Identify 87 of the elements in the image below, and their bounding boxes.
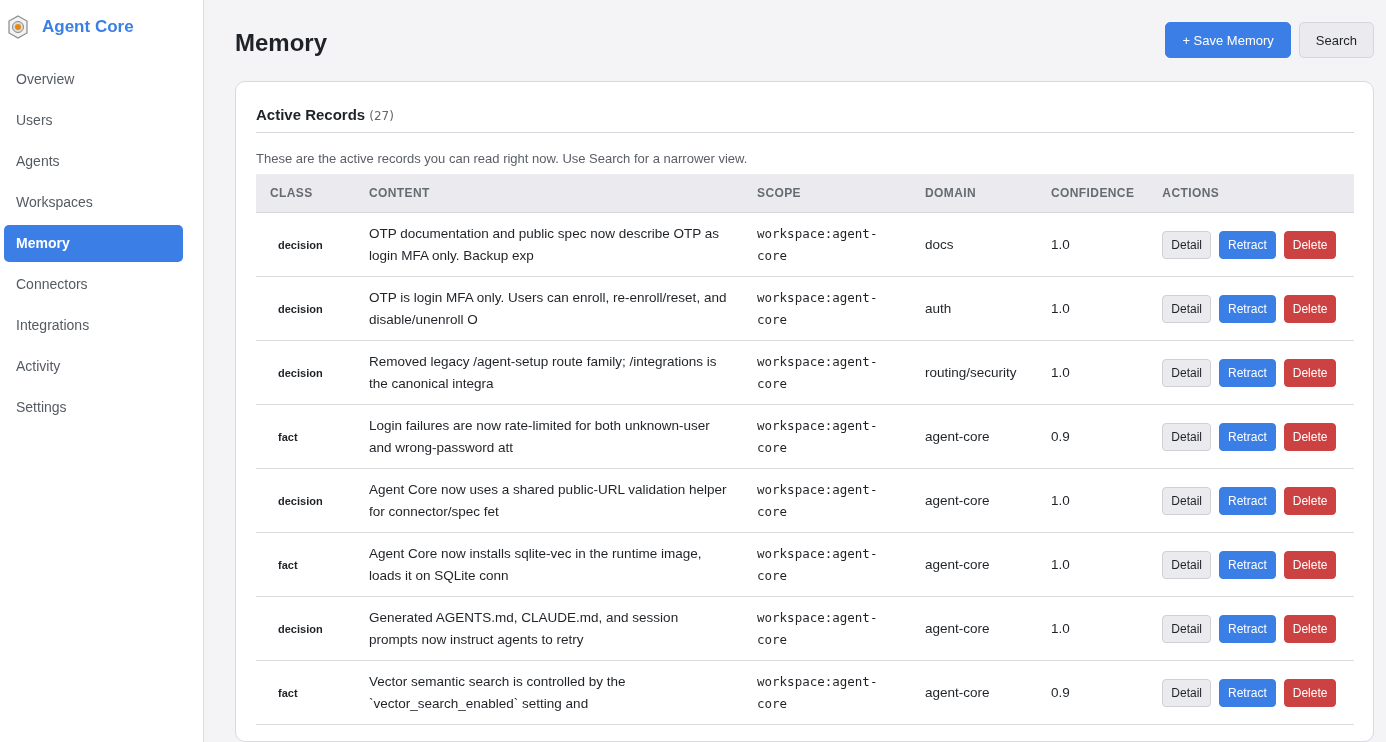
retract-button[interactable]: Retract: [1219, 614, 1276, 643]
content-cell: OTP is login MFA only. Users can enroll, re-enroll/reset, and disable/unenroll O: [355, 276, 743, 341]
delete-button[interactable]: Delete: [1283, 230, 1337, 259]
confidence-cell: 1.0: [1037, 212, 1149, 277]
detail-button[interactable]: Detail: [1162, 358, 1212, 387]
scope-cell-text: workspace:agent-core: [757, 352, 879, 393]
content-cell: Login failures are now rate-limited for both unknown-user and wrong-password att: [355, 404, 743, 469]
scope-cell-text: workspace:agent-core: [757, 544, 879, 585]
domain-cell: agent-core: [911, 532, 1037, 597]
nav-item[interactable]: Settings: [4, 389, 183, 426]
column-header: SCOPE: [743, 174, 911, 213]
retract-button[interactable]: Retract: [1219, 358, 1276, 387]
scope-cell-text: workspace:agent-core: [757, 672, 879, 713]
domain-cell: agent-core: [911, 596, 1037, 661]
content-cell: Generated AGENTS.md, CLAUDE.md, and session prompts now instruct agents to retry: [355, 596, 743, 661]
confidence-cell: 1.0: [1037, 468, 1149, 533]
class-label: fact: [277, 686, 298, 699]
delete-button[interactable]: Delete: [1283, 614, 1337, 643]
domain-cell: auth: [911, 276, 1037, 341]
nav-item[interactable]: Overview: [4, 61, 183, 98]
class-label: decision: [277, 238, 323, 251]
save-memory-button[interactable]: + Save Memory: [1165, 22, 1291, 58]
detail-button[interactable]: Detail: [1162, 230, 1212, 259]
retract-button[interactable]: Retract: [1219, 422, 1276, 451]
retract-button[interactable]: Retract: [1219, 678, 1276, 707]
domain-cell: routing/security: [911, 340, 1037, 405]
nav-item[interactable]: Activity: [4, 348, 183, 385]
column-header: CLASS: [256, 174, 355, 213]
content-cell: Agent Core now installs sqlite-vec in the runtime image, loads it on SQLite conn: [355, 532, 743, 597]
page-title: Memory: [235, 29, 328, 57]
scope-cell-text: workspace:agent-core: [757, 224, 879, 265]
confidence-cell: 1.0: [1037, 596, 1149, 661]
nav-item[interactable]: Workspaces: [4, 184, 183, 221]
domain-cell: agent-core: [911, 660, 1037, 725]
class-label: decision: [277, 366, 323, 379]
nav-item[interactable]: Connectors: [4, 266, 183, 303]
detail-button[interactable]: Detail: [1162, 550, 1212, 579]
scope-cell-text: workspace:agent-core: [757, 416, 879, 457]
column-header: CONTENT: [355, 174, 743, 213]
scope-cell-text: workspace:agent-core: [757, 608, 879, 649]
delete-button[interactable]: Delete: [1283, 550, 1337, 579]
content-cell: Vector semantic search is controlled by the `vector_search_enabled` setting and: [355, 660, 743, 725]
retract-button[interactable]: Retract: [1219, 486, 1276, 515]
retract-button[interactable]: Retract: [1219, 230, 1276, 259]
delete-button[interactable]: Delete: [1283, 422, 1337, 451]
class-label: fact: [277, 430, 298, 443]
delete-button[interactable]: Delete: [1283, 678, 1337, 707]
delete-button[interactable]: Delete: [1283, 486, 1337, 515]
column-header: DOMAIN: [911, 174, 1037, 213]
domain-cell: docs: [911, 212, 1037, 277]
content-cell: Removed legacy /agent-setup route family; /integrations is the canonical integra: [355, 340, 743, 405]
record-count: (27): [369, 109, 394, 123]
class-label: decision: [277, 302, 323, 315]
class-label: decision: [277, 494, 323, 507]
content-cell: Agent Core now uses a shared public-URL validation helper for connector/spec fet: [355, 468, 743, 533]
card-description: These are the active records you can read right now. Use Search for a narrower view.: [256, 151, 749, 166]
detail-button[interactable]: Detail: [1162, 422, 1212, 451]
retract-button[interactable]: Retract: [1219, 550, 1276, 579]
content-cell: OTP documentation and public spec now describe OTP as login MFA only. Backup exp: [355, 212, 743, 277]
domain-cell: agent-core: [911, 404, 1037, 469]
nav-item[interactable]: Integrations: [4, 307, 183, 344]
confidence-cell: 1.0: [1037, 532, 1149, 597]
scope-cell-text: workspace:agent-core: [757, 480, 879, 521]
card-title: Active Records: [256, 106, 366, 123]
detail-button[interactable]: Detail: [1162, 678, 1212, 707]
nav-item[interactable]: Users: [4, 102, 183, 139]
domain-cell: agent-core: [911, 468, 1037, 533]
column-header: CONFIDENCE: [1037, 174, 1149, 213]
confidence-cell: 1.0: [1037, 276, 1149, 341]
confidence-cell: 0.9: [1037, 404, 1149, 469]
app-name: Agent Core: [42, 17, 134, 37]
delete-button[interactable]: Delete: [1283, 294, 1337, 323]
nav-item[interactable]: Agents: [4, 143, 183, 180]
nav-item[interactable]: Memory: [4, 225, 183, 262]
confidence-cell: 1.0: [1037, 340, 1149, 405]
detail-button[interactable]: Detail: [1162, 614, 1212, 643]
detail-button[interactable]: Detail: [1162, 486, 1212, 515]
class-label: decision: [277, 622, 323, 635]
scope-cell-text: workspace:agent-core: [757, 288, 879, 329]
retract-button[interactable]: Retract: [1219, 294, 1276, 323]
confidence-cell: 0.9: [1037, 660, 1149, 725]
column-header: ACTIONS: [1148, 174, 1354, 213]
search-button[interactable]: Search: [1298, 22, 1374, 58]
detail-button[interactable]: Detail: [1162, 294, 1212, 323]
delete-button[interactable]: Delete: [1283, 358, 1337, 387]
logo-icon: [8, 15, 28, 39]
class-label: fact: [277, 558, 298, 571]
